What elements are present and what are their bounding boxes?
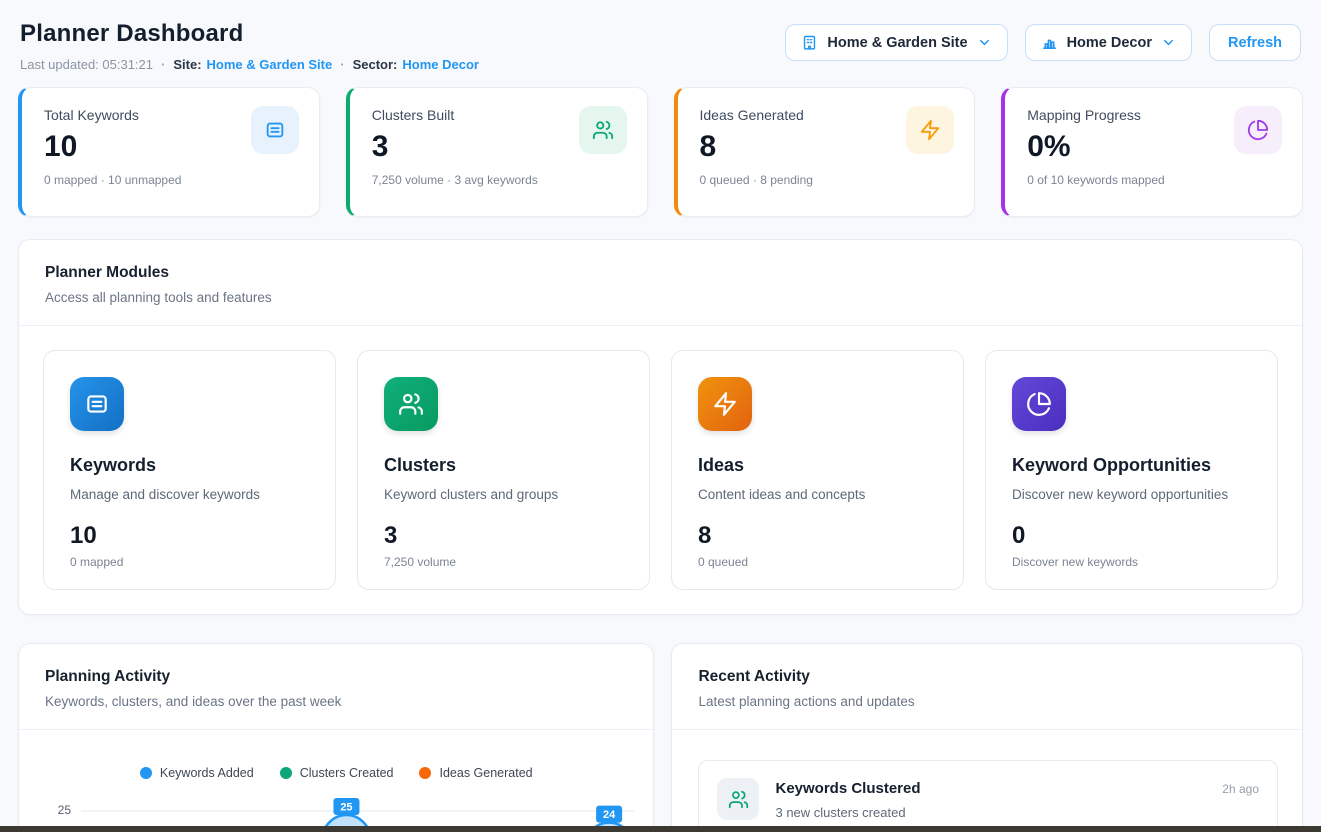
document-lines-icon	[70, 377, 124, 431]
legend-dot-orange	[419, 767, 431, 779]
legend-label: Ideas Generated	[439, 766, 532, 780]
divider	[19, 729, 653, 730]
module-title: Ideas	[698, 455, 937, 476]
activity-title: Planning Activity	[45, 668, 629, 686]
zap-icon	[906, 106, 954, 154]
chevron-down-icon	[977, 35, 992, 50]
module-description: Discover new keyword opportunities	[1012, 487, 1251, 502]
legend-dot-green	[280, 767, 292, 779]
pie-chart-icon	[1234, 106, 1282, 154]
users-icon	[579, 106, 627, 154]
stat-sub: 0 queued · 8 pending	[700, 173, 955, 187]
legend-item-keywords-added[interactable]: Keywords Added	[140, 766, 254, 780]
bar-chart-icon	[1041, 34, 1058, 51]
last-updated-text: Last updated: 05:31:21	[20, 57, 153, 72]
site-selector-label: Home & Garden Site	[827, 35, 967, 51]
svg-text:24: 24	[603, 809, 616, 821]
users-icon	[384, 377, 438, 431]
module-value: 8	[698, 522, 937, 550]
legend-item-ideas-generated[interactable]: Ideas Generated	[419, 766, 532, 780]
module-description: Keyword clusters and groups	[384, 487, 623, 502]
meta-separator: ·	[161, 57, 165, 72]
planner-dashboard-page: Planner Dashboard Last updated: 05:31:21…	[0, 0, 1321, 832]
modules-panel-header: Planner Modules Access all planning tool…	[19, 240, 1302, 325]
site-selector-dropdown[interactable]: Home & Garden Site	[785, 24, 1007, 61]
recent-item-title: Keywords Clustered	[775, 780, 920, 797]
divider	[672, 729, 1302, 730]
module-title: Clusters	[384, 455, 623, 476]
legend-item-clusters-created[interactable]: Clusters Created	[280, 766, 394, 780]
planning-activity-panel: Planning Activity Keywords, clusters, an…	[18, 643, 654, 832]
sector-link[interactable]: Home Decor	[402, 57, 479, 72]
bottom-row: Planning Activity Keywords, clusters, an…	[18, 643, 1303, 832]
modules-subtitle: Access all planning tools and features	[45, 290, 1278, 305]
module-sub: 0 mapped	[70, 555, 309, 569]
sector-selector-label: Home Decor	[1067, 35, 1152, 51]
topbar-left: Planner Dashboard Last updated: 05:31:21…	[20, 20, 479, 72]
stat-sub: 7,250 volume · 3 avg keywords	[372, 173, 627, 187]
svg-text:25: 25	[340, 802, 352, 814]
planner-modules-panel: Planner Modules Access all planning tool…	[18, 239, 1303, 615]
stat-card-total-keywords: Total Keywords 10 0 mapped · 10 unmapped	[18, 87, 320, 217]
module-sub: 7,250 volume	[384, 555, 623, 569]
stat-sub: 0 of 10 keywords mapped	[1027, 173, 1282, 187]
recent-activity-panel: Recent Activity Latest planning actions …	[671, 643, 1303, 832]
page-title: Planner Dashboard	[20, 20, 479, 48]
recent-panel-header: Recent Activity Latest planning actions …	[672, 644, 1302, 729]
refresh-button[interactable]: Refresh	[1209, 24, 1301, 61]
users-icon	[717, 778, 759, 820]
stat-card-mapping-progress: Mapping Progress 0% 0 of 10 keywords map…	[1001, 87, 1303, 217]
recent-item-body: Keywords Clustered 2h ago 3 new clusters…	[775, 778, 1259, 820]
sector-selector-dropdown[interactable]: Home Decor	[1025, 24, 1192, 61]
stat-card-ideas-generated: Ideas Generated 8 0 queued · 8 pending	[674, 87, 976, 217]
module-value: 3	[384, 522, 623, 550]
site-label: Site:	[173, 57, 201, 72]
recent-item-description: 3 new clusters created	[775, 805, 1259, 820]
bottom-edge-bar	[0, 826, 1321, 832]
stats-row: Total Keywords 10 0 mapped · 10 unmapped…	[18, 87, 1303, 217]
topbar-controls: Home & Garden Site Home Decor Refresh	[785, 24, 1301, 61]
module-card-keywords[interactable]: Keywords Manage and discover keywords 10…	[43, 350, 336, 590]
pie-chart-icon	[1012, 377, 1066, 431]
topbar: Planner Dashboard Last updated: 05:31:21…	[18, 6, 1303, 72]
recent-item-time: 2h ago	[1222, 782, 1259, 796]
meta-separator: ·	[340, 57, 344, 72]
module-value: 10	[70, 522, 309, 550]
modules-title: Planner Modules	[45, 264, 1278, 282]
chart-legend: Keywords Added Clusters Created Ideas Ge…	[19, 766, 653, 780]
meta-line: Last updated: 05:31:21 · Site: Home & Ga…	[20, 57, 479, 72]
module-description: Manage and discover keywords	[70, 487, 309, 502]
module-description: Content ideas and concepts	[698, 487, 937, 502]
module-title: Keywords	[70, 455, 309, 476]
modules-grid: Keywords Manage and discover keywords 10…	[19, 326, 1302, 614]
stat-sub: 0 mapped · 10 unmapped	[44, 173, 299, 187]
stat-card-clusters-built: Clusters Built 3 7,250 volume · 3 avg ke…	[346, 87, 648, 217]
site-link[interactable]: Home & Garden Site	[207, 57, 333, 72]
building-icon	[801, 34, 818, 51]
zap-icon	[698, 377, 752, 431]
recent-subtitle: Latest planning actions and updates	[698, 694, 1278, 709]
chevron-down-icon	[1161, 35, 1176, 50]
y-axis-tick: 25	[45, 803, 71, 817]
module-card-ideas[interactable]: Ideas Content ideas and concepts 8 0 que…	[671, 350, 964, 590]
activity-subtitle: Keywords, clusters, and ideas over the p…	[45, 694, 629, 709]
module-sub: 0 queued	[698, 555, 937, 569]
document-lines-icon	[251, 106, 299, 154]
legend-dot-blue	[140, 767, 152, 779]
legend-label: Clusters Created	[300, 766, 394, 780]
legend-label: Keywords Added	[160, 766, 254, 780]
recent-title: Recent Activity	[698, 668, 1278, 686]
recent-activity-item: Keywords Clustered 2h ago 3 new clusters…	[698, 760, 1278, 832]
sector-label: Sector:	[353, 57, 398, 72]
module-sub: Discover new keywords	[1012, 555, 1251, 569]
activity-panel-header: Planning Activity Keywords, clusters, an…	[19, 644, 653, 729]
module-title: Keyword Opportunities	[1012, 455, 1251, 476]
module-value: 0	[1012, 522, 1251, 550]
module-card-clusters[interactable]: Clusters Keyword clusters and groups 3 7…	[357, 350, 650, 590]
module-card-keyword-opportunities[interactable]: Keyword Opportunities Discover new keywo…	[985, 350, 1278, 590]
